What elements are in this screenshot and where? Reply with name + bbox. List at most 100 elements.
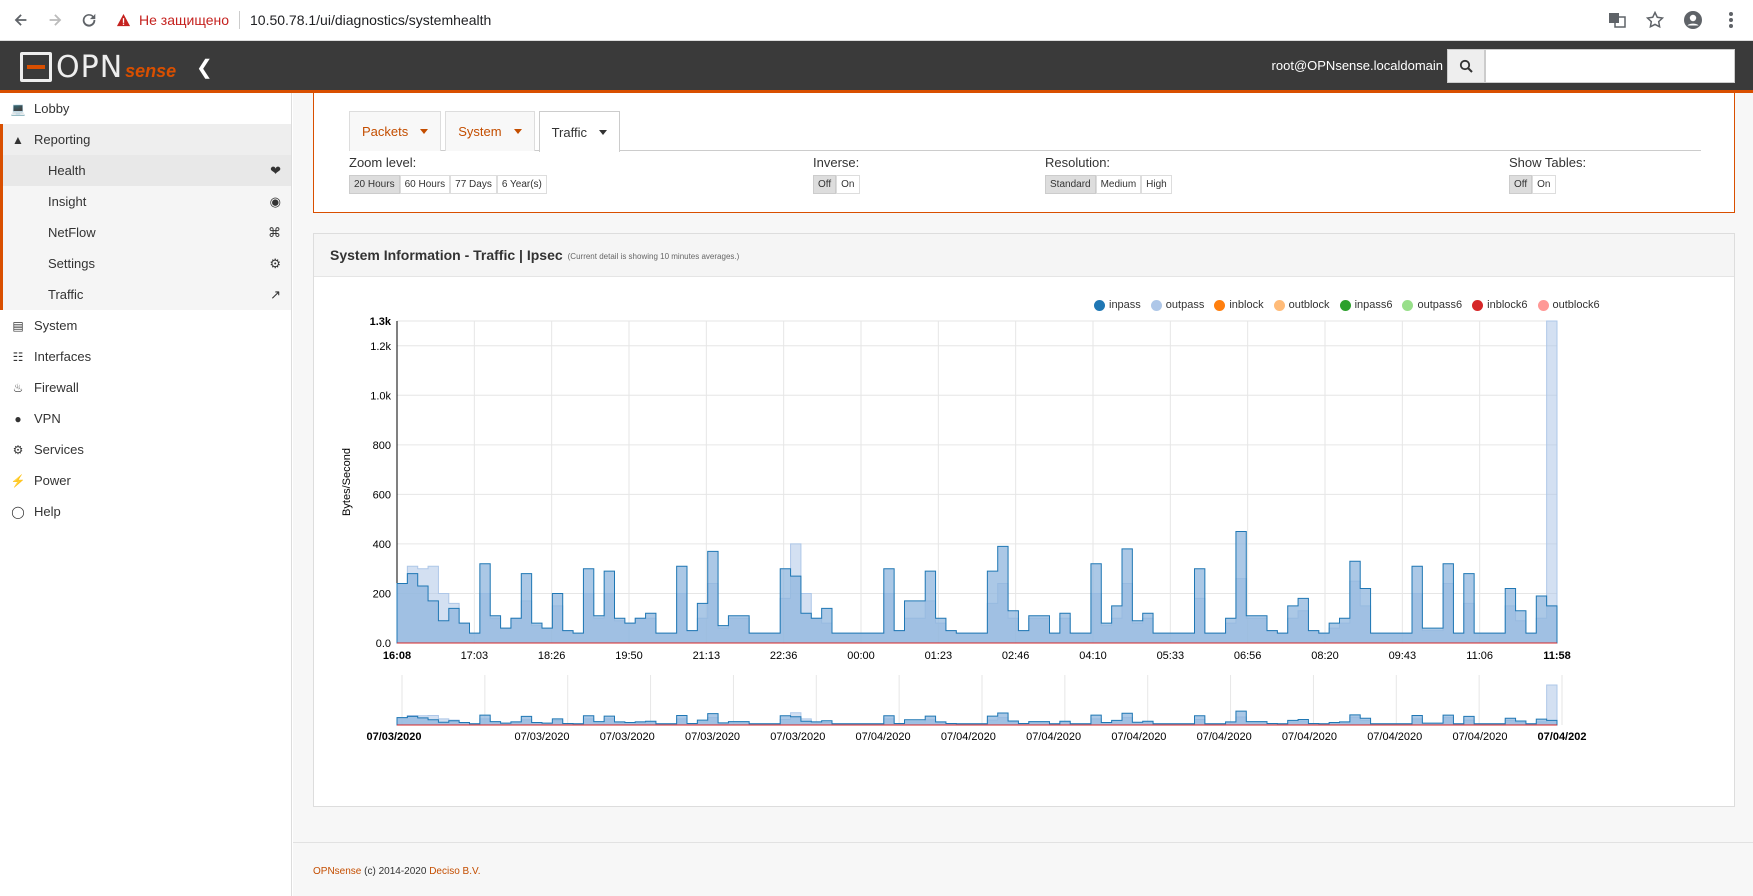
tab-label: Packets — [362, 124, 409, 139]
sidebar-item-label: VPN — [34, 411, 61, 426]
search-icon[interactable] — [1447, 49, 1485, 83]
security-warning[interactable]: Не защищено — [116, 12, 229, 28]
tab-label: Traffic — [551, 124, 587, 140]
top-navbar: OPN sense ❮ root@OPNsense.localdomain — [0, 41, 1753, 93]
zoom-60-hours-button[interactable]: 60 Hours — [399, 175, 451, 194]
logo-text: OPN — [56, 49, 124, 85]
options-panel: Packets System Traffic Zoom level: 20 Ho… — [313, 93, 1735, 213]
sidebar-item-reporting[interactable]: ▲ Reporting — [0, 124, 291, 155]
globe-icon: ● — [14, 411, 22, 426]
resolution-medium-button[interactable]: Medium — [1095, 175, 1142, 194]
sidebar-item-traffic[interactable]: Traffic ↗ — [0, 279, 291, 310]
sidebar-item-help[interactable]: ◯ Help — [0, 496, 291, 527]
sidebar-item-label: NetFlow — [48, 225, 96, 240]
sidebar-item-lobby[interactable]: 💻 Lobby — [0, 93, 291, 124]
sidebar-item-power[interactable]: ⚡ Power — [0, 465, 291, 496]
bookmark-star-icon[interactable] — [1643, 8, 1667, 32]
sidebar-item-label: Traffic — [48, 287, 84, 302]
sidebar-item-health[interactable]: Health ❤ — [0, 155, 291, 186]
caret-down-icon — [513, 129, 522, 134]
show-tables-on-button[interactable]: On — [1532, 175, 1556, 194]
tab-traffic[interactable]: Traffic — [538, 111, 620, 152]
sidebar-item-label: Help — [34, 504, 61, 519]
show-tables-off-button[interactable]: Off — [1509, 175, 1533, 194]
zoom-77-days-button[interactable]: 77 Days — [450, 175, 497, 194]
sidebar-item-services[interactable]: ⚙ Services — [0, 434, 291, 465]
address-bar[interactable]: 10.50.78.1/ui/diagnostics/systemhealth — [250, 12, 491, 28]
sidebar-item-label: Health — [48, 163, 86, 178]
search-input[interactable] — [1485, 49, 1735, 83]
x-tick-label: 11:58 — [1543, 650, 1571, 662]
zoom-6-years-button[interactable]: 6 Year(s) — [496, 175, 547, 194]
sidebar-item-firewall[interactable]: ♨ Firewall — [0, 372, 291, 403]
context-x-tick-label: 07/04/2020 — [1026, 731, 1081, 743]
chevron-left-icon[interactable]: ❮ — [196, 55, 213, 80]
context-x-tick-label: 07/03/2020 — [770, 731, 825, 743]
security-warning-text: Не защищено — [139, 12, 229, 28]
sidebar-item-label: Insight — [48, 194, 87, 209]
line-chart-icon: ↗ — [270, 287, 281, 302]
y-tick-label: 1.3k — [370, 316, 392, 328]
context-x-tick-label: 07/03/2020 — [514, 731, 569, 743]
resolution-standard-button[interactable]: Standard — [1045, 175, 1096, 194]
sidebar-item-vpn[interactable]: ● VPN — [0, 403, 291, 434]
traffic-chart-panel: System Information - Traffic | Ipsec (Cu… — [313, 233, 1735, 807]
inverse-label: Inverse: — [813, 155, 860, 170]
x-tick-label: 19:50 — [615, 650, 643, 662]
footer-divider — [293, 842, 1753, 843]
inverse-on-button[interactable]: On — [836, 175, 860, 194]
resolution-group: Resolution: Standard Medium High — [1045, 155, 1172, 194]
tab-label: System — [458, 124, 502, 139]
x-tick-label: 17:03 — [461, 650, 489, 662]
sidebar-item-label: Reporting — [34, 132, 91, 147]
tab-system[interactable]: System — [445, 111, 535, 151]
profile-icon[interactable] — [1681, 8, 1705, 32]
area-chart-icon: ▲ — [12, 132, 24, 147]
back-icon[interactable] — [8, 7, 34, 33]
x-tick-label: 16:08 — [383, 650, 411, 662]
cog-icon: ⚙ — [269, 256, 281, 271]
sidebar-item-insight[interactable]: Insight ◉ — [0, 186, 291, 217]
y-tick-label: 200 — [373, 588, 391, 600]
sidebar-item-settings[interactable]: Settings ⚙ — [0, 248, 291, 279]
x-tick-label: 01:23 — [925, 650, 953, 662]
inverse-off-button[interactable]: Off — [813, 175, 837, 194]
context-x-tick-label: 07/04/2020 — [1452, 731, 1507, 743]
sidebar-item-label: Settings — [48, 256, 95, 271]
footer-brand-link[interactable]: OPNsense — [313, 866, 361, 877]
x-tick-label: 09:43 — [1389, 650, 1417, 662]
sidebar-item-interfaces[interactable]: ☷ Interfaces — [0, 341, 291, 372]
sidebar-item-label: Services — [34, 442, 84, 457]
sidebar-item-netflow[interactable]: NetFlow ⌘ — [0, 217, 291, 248]
menu-dots-icon[interactable] — [1719, 8, 1743, 32]
x-tick-label: 21:13 — [693, 650, 721, 662]
reload-icon[interactable] — [76, 7, 102, 33]
traffic-chart[interactable]: 0.0 200 400 600 800 1.0k 1.2k 1.3k 16:08 17:03 18:… — [314, 278, 1734, 806]
resolution-high-button[interactable]: High — [1141, 175, 1172, 194]
series-area-outpass — [396, 320, 1558, 644]
context-x-tick-label: 07/04/202 — [1538, 731, 1587, 743]
user-account[interactable]: root@OPNsense.localdomain — [1272, 58, 1443, 73]
translate-icon[interactable] — [1605, 8, 1629, 32]
inverse-group: Inverse: Off On — [813, 155, 860, 194]
panel-title: System Information - Traffic | Ipsec — [330, 247, 563, 263]
tab-packets[interactable]: Packets — [349, 111, 442, 151]
y-tick-label: 1.2k — [370, 341, 391, 353]
sitemap-icon: ☷ — [12, 349, 24, 364]
sidebar-item-system[interactable]: ▤ System — [0, 310, 291, 341]
forward-icon[interactable] — [42, 7, 68, 33]
footer-company-link[interactable]: Deciso B.V. — [429, 866, 480, 877]
logo-sense-text: sense — [125, 60, 177, 81]
server-icon: ▤ — [12, 318, 24, 333]
heartbeat-icon: ❤ — [270, 163, 281, 178]
panel-header: System Information - Traffic | Ipsec (Cu… — [314, 234, 1734, 277]
sidebar-item-label: Lobby — [34, 101, 70, 116]
context-x-tick-label: 07/04/2020 — [1282, 731, 1337, 743]
warning-icon — [116, 13, 131, 26]
x-tick-label: 22:36 — [770, 650, 798, 662]
footer-copyright: (c) 2014-2020 — [361, 866, 430, 877]
laptop-icon: 💻 — [10, 101, 26, 116]
zoom-20-hours-button[interactable]: 20 Hours — [349, 175, 400, 194]
fire-icon: ♨ — [12, 380, 24, 395]
opnsense-logo[interactable]: OPN sense — [20, 49, 177, 85]
